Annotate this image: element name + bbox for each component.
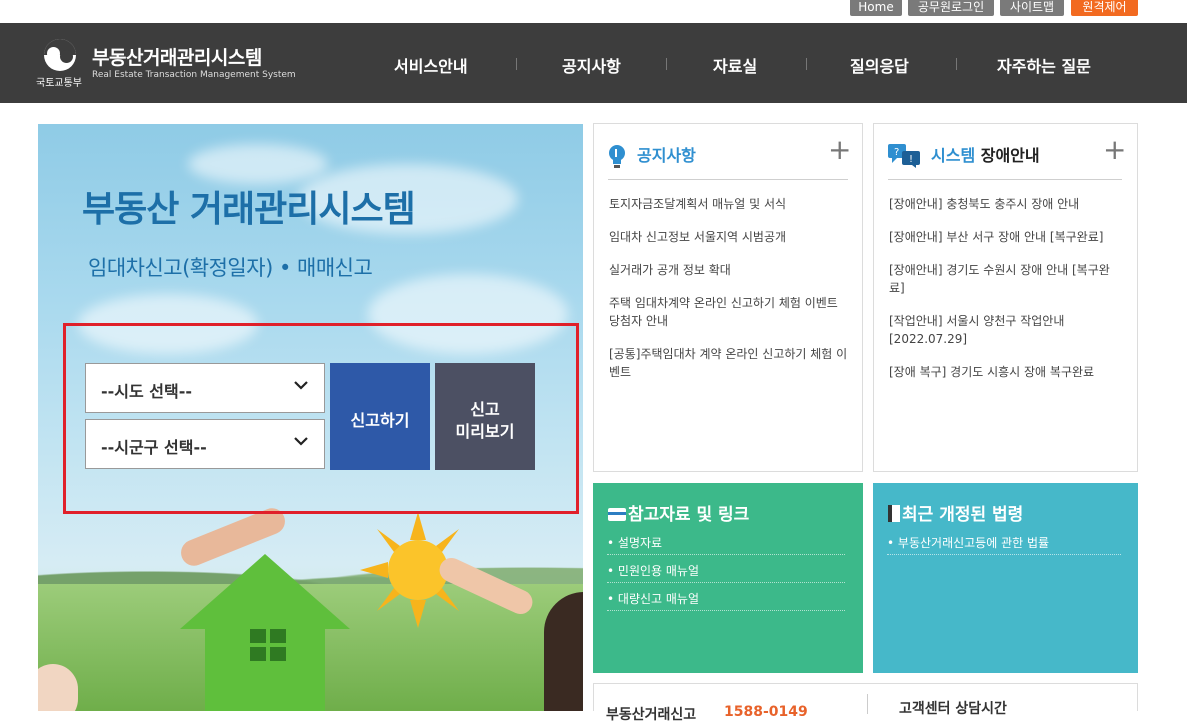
- ministry-name: 국토교통부: [36, 78, 82, 89]
- sigungu-select[interactable]: --시군구 선택--: [85, 419, 325, 469]
- nav-faq[interactable]: 자주하는 질문: [997, 53, 1091, 77]
- report-preview-button[interactable]: 신고 미리보기: [435, 363, 535, 470]
- hero-subtitle: 임대차신고(확정일자) • 매매신고: [88, 256, 373, 280]
- notice-item[interactable]: 토지자금조달계획서 매뉴얼 및 서식: [609, 197, 786, 211]
- reference-link[interactable]: 민원인용 매뉴얼: [618, 564, 699, 578]
- speech-bubble-icon: ? !: [888, 144, 920, 168]
- recent-laws-title: 최근 개정된 법령: [888, 500, 1023, 525]
- nav-divider: [956, 58, 957, 70]
- contact-info-strip: 부동산거래신고 1588-0149 고객센터 상담시간: [593, 683, 1138, 723]
- outage-item[interactable]: [장애안내] 부산 서구 장애 안내 [복구완료]: [889, 230, 1103, 244]
- sido-select[interactable]: --시도 선택--: [85, 363, 325, 413]
- hero-title: 부동산 거래관리시스템: [82, 189, 416, 230]
- svg-text:?: ?: [894, 147, 899, 158]
- notice-panel: 공지사항 + 토지자금조달계획서 매뉴얼 및 서식 임대차 신고정보 서울지역 …: [593, 123, 863, 472]
- report-call-label: 부동산거래신고: [606, 707, 697, 723]
- person-illustration: [544, 592, 583, 711]
- nav-divider: [806, 58, 807, 70]
- recent-laws-box: 최근 개정된 법령 • 부동산거래신고등에 관한 법률: [873, 483, 1138, 673]
- outage-item[interactable]: [장애안내] 충청북도 충주시 장애 안내: [889, 197, 1079, 211]
- references-title-text: 참고자료 및 링크: [628, 505, 750, 525]
- customer-center-hours-label: 고객센터 상담시간: [899, 701, 1007, 717]
- chevron-down-icon: [294, 434, 308, 450]
- outage-title: 시스템 장애안내: [931, 142, 1040, 166]
- reference-link[interactable]: 대량신고 매뉴얼: [618, 592, 699, 606]
- divider: [867, 694, 868, 714]
- references-box: 참고자료 및 링크 • 설명자료 • 민원인용 매뉴얼 • 대량신고 매뉴얼: [593, 483, 863, 673]
- recent-laws-title-text: 최근 개정된 법령: [902, 505, 1024, 525]
- notice-more-plus-icon[interactable]: +: [828, 136, 851, 164]
- remote-control-link[interactable]: 원격제어: [1071, 0, 1138, 16]
- divider: [608, 179, 848, 180]
- nav-notice[interactable]: 공지사항: [562, 53, 621, 77]
- chevron-down-icon: [294, 378, 308, 394]
- outage-item[interactable]: [작업안내] 서울시 양천구 작업안내 [2022.07.29]: [889, 314, 1064, 346]
- report-preview-label-line1: 신고: [470, 400, 500, 419]
- green-house-illustration: [180, 554, 350, 711]
- outage-panel: ? ! 시스템 장애안내 + [장애안내] 충청북도 충주시 장애 안내 [장애…: [873, 123, 1138, 472]
- credit-card-icon: [608, 508, 626, 521]
- report-preview-label-line2: 미리보기: [455, 422, 515, 441]
- site-title: 부동산거래관리시스템: [92, 47, 262, 69]
- outage-title-accent: 시스템: [931, 146, 976, 165]
- top-utility-bar: Home 공무원로그인 사이트맵 원격제어: [0, 0, 1187, 23]
- report-call-phone: 1588-0149: [724, 704, 808, 720]
- notice-item[interactable]: 주택 임대차계약 온라인 신고하기 체험 이벤트 당첨자 안내: [609, 296, 838, 328]
- lightbulb-icon: [609, 145, 625, 168]
- book-icon: [888, 505, 900, 522]
- notice-item[interactable]: [공통]주택임대차 계약 온라인 신고하기 체험 이벤트: [609, 347, 847, 379]
- recent-laws-list: • 부동산거래신고등에 관한 법률: [887, 527, 1121, 555]
- notice-item[interactable]: 실거래가 공개 정보 확대: [609, 263, 731, 277]
- hero-banner: 부동산 거래관리시스템 임대차신고(확정일자) • 매매신고 --시도 선택--: [38, 124, 583, 711]
- report-button[interactable]: 신고하기: [330, 363, 430, 470]
- references-title: 참고자료 및 링크: [608, 500, 749, 525]
- notice-item[interactable]: 임대차 신고정보 서울지역 시범공개: [609, 230, 786, 244]
- divider: [888, 179, 1122, 180]
- svg-text:!: !: [909, 154, 913, 165]
- sigungu-select-value: --시군구 선택--: [101, 438, 207, 457]
- outage-item[interactable]: [장애안내] 경기도 수원시 장애 안내 [복구완료]: [889, 263, 1110, 295]
- nav-divider: [666, 58, 667, 70]
- official-login-link[interactable]: 공무원로그인: [908, 0, 994, 16]
- nav-service-guide[interactable]: 서비스안내: [394, 53, 468, 77]
- sido-select-value: --시도 선택--: [101, 382, 193, 401]
- outage-title-rest: 장애안내: [975, 146, 1040, 165]
- law-link[interactable]: 부동산거래신고등에 관한 법률: [898, 536, 1049, 550]
- home-link[interactable]: Home: [850, 0, 902, 16]
- sitemap-link[interactable]: 사이트맵: [1000, 0, 1064, 16]
- site-subtitle: Real Estate Transaction Management Syste…: [92, 70, 296, 80]
- site-header: 국토교통부 부동산거래관리시스템 Real Estate Transaction…: [0, 23, 1187, 103]
- nav-divider: [516, 58, 517, 70]
- references-list: • 설명자료 • 민원인용 매뉴얼 • 대량신고 매뉴얼: [607, 527, 845, 611]
- outage-item[interactable]: [장애 복구] 경기도 시흥시 장애 복구완료: [889, 365, 1094, 379]
- outage-list: [장애안내] 충청북도 충주시 장애 안내 [장애안내] 부산 서구 장애 안내…: [889, 195, 1123, 396]
- nav-archive[interactable]: 자료실: [713, 53, 757, 77]
- outage-more-plus-icon[interactable]: +: [1103, 136, 1126, 164]
- taegeuk-emblem-icon: [44, 39, 76, 71]
- notice-list: 토지자금조달계획서 매뉴얼 및 서식 임대차 신고정보 서울지역 시범공개 실거…: [609, 195, 849, 396]
- nav-qna[interactable]: 질의응답: [850, 53, 909, 77]
- reference-link[interactable]: 설명자료: [618, 536, 662, 550]
- notice-title: 공지사항: [637, 146, 696, 165]
